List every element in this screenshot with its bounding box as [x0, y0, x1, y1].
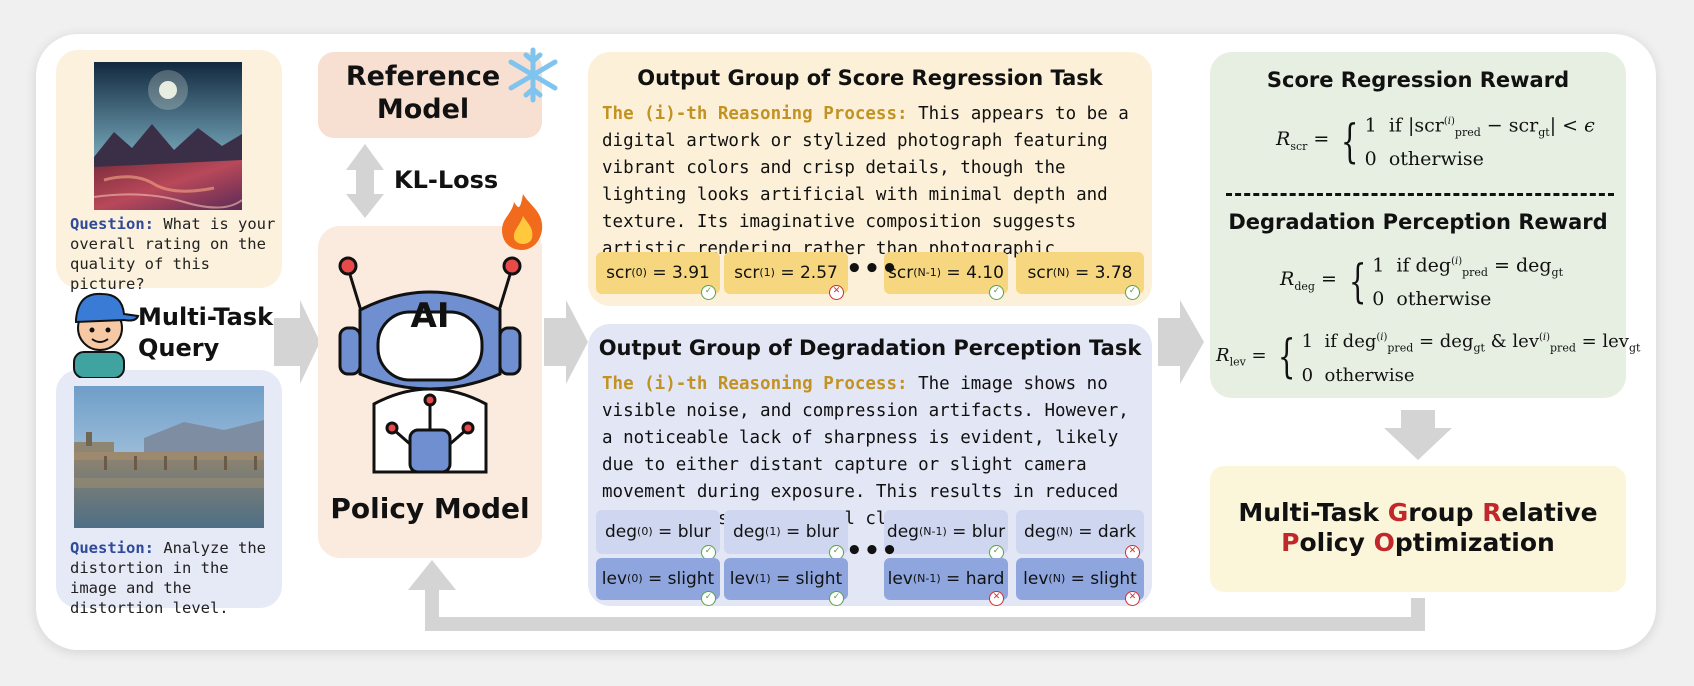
robot-icon	[338, 256, 522, 474]
reference-line2: Model	[376, 94, 470, 125]
grpo-line2: Policy Optimization	[1210, 528, 1626, 558]
grpo-line1: Multi-Task Group Relative	[1210, 498, 1626, 528]
query-arrow	[274, 300, 320, 384]
check-icon: ✓	[701, 591, 716, 606]
grpo-title: Multi-Task Group Relative Policy Optimiz…	[1210, 498, 1626, 558]
deg-chip: deg (N) = dark ✕	[1016, 510, 1144, 560]
score-ellipsis: •••	[846, 254, 899, 284]
cross-icon: ✕	[1125, 591, 1140, 606]
question-1-label: Question:	[70, 215, 154, 233]
bridge-image	[74, 386, 264, 528]
grpo-text-part: olicy	[1299, 528, 1374, 557]
deg-chip: deg (N-1) = blur ✓	[884, 510, 1008, 560]
grpo-text-part: G	[1387, 498, 1409, 527]
degradation-reward-title: Degradation Perception Reward	[1228, 210, 1608, 234]
check-icon: ✓	[829, 591, 844, 606]
lev-chip: lev (1) = slight ✓	[724, 558, 848, 606]
score-reason-label: The (i)-th Reasoning Process:	[602, 104, 908, 124]
deg-chip: deg (0) = blur ✓	[596, 510, 720, 560]
grpo-text-part: R	[1482, 498, 1502, 527]
user-avatar-icon	[73, 292, 140, 378]
reward-divider	[1226, 193, 1614, 196]
multi-task-line2: Query	[138, 334, 220, 362]
grpo-text-part: O	[1373, 528, 1395, 557]
kl-double-arrow	[346, 144, 384, 218]
grpo-text-part: ptimization	[1394, 528, 1555, 557]
score-reward-title: Score Regression Reward	[1266, 68, 1570, 92]
cross-icon: ✕	[989, 591, 1004, 606]
score-group-title: Output Group of Score Regression Task	[637, 66, 1103, 90]
grpo-text-part: elative	[1501, 498, 1598, 527]
score-chip: scr (0) = 3.91 ✓	[596, 252, 720, 300]
grpo-text-part: roup	[1408, 498, 1483, 527]
cross-icon: ✕	[829, 285, 844, 300]
check-icon: ✓	[701, 285, 716, 300]
grpo-text-part: P	[1281, 528, 1300, 557]
landscape-image	[94, 62, 242, 210]
score-reward-formula: Rscr = { 1 if |scr(i)pred − scrgt| < ϵ 0…	[1276, 113, 1595, 171]
degradation-reason-text: The image shows no visible noise, and co…	[602, 374, 1129, 529]
reference-line1: Reference	[345, 61, 501, 92]
degradation-reason-label: The (i)-th Reasoning Process:	[602, 374, 908, 394]
multi-task-line1: Multi-Task	[138, 303, 274, 331]
check-icon: ✓	[1125, 285, 1140, 300]
grpo-text-part: Multi-Task	[1238, 498, 1388, 527]
robot-ai-badge: AI	[410, 296, 450, 336]
multi-task-query-label: Multi-Task Query	[138, 302, 273, 364]
policy-model-label: Policy Model	[330, 492, 530, 525]
lev-chip: lev (N) = slight ✕	[1016, 558, 1144, 606]
fire-icon	[502, 194, 543, 250]
score-chip: scr (N) = 3.78 ✓	[1016, 252, 1144, 300]
policy-arrow	[544, 300, 588, 384]
deg-reward-formula: Rdeg = { 1 if deg(i)pred = deggt 0 other…	[1280, 253, 1564, 311]
deg-chip: deg (1) = blur ✓	[724, 510, 848, 560]
snowflake-icon	[508, 47, 558, 103]
score-chip: scr (1) = 2.57 ✕	[724, 252, 848, 300]
degradation-ellipsis: •••	[846, 536, 899, 566]
check-icon: ✓	[989, 285, 1004, 300]
lev-chip: lev (N-1) = hard ✕	[884, 558, 1008, 606]
kl-loss-label: KL-Loss	[394, 166, 499, 194]
question-2: Question: Analyze the distortion in the …	[70, 538, 278, 618]
score-chip: scr (N-1) = 4.10 ✓	[884, 252, 1008, 300]
outputs-arrow	[1158, 300, 1204, 384]
degradation-reasoning: The (i)-th Reasoning Process: The image …	[602, 371, 1146, 533]
question-2-label: Question:	[70, 539, 154, 557]
degradation-group-title: Output Group of Degradation Perception T…	[598, 336, 1142, 360]
lev-reward-formula: Rlev = { 1 if deg(i)pred = deggt & lev(i…	[1216, 329, 1641, 386]
lev-chip: lev (0) = slight ✓	[596, 558, 720, 606]
reward-arrow	[1384, 410, 1452, 460]
